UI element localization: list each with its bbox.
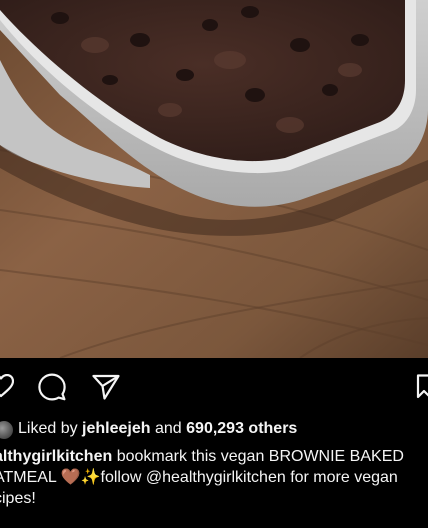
caption-line-2: ATMEAL 🤎✨follow @healthygirlkitchen for … — [0, 469, 398, 486]
action-bar — [0, 358, 428, 412]
instagram-post: Liked by jehleejeh and 690,293 others al… — [0, 0, 428, 528]
caption-line-1: althygirlkitchen bookmark this vegan BRO… — [0, 446, 426, 467]
bookmark-icon[interactable] — [416, 374, 428, 400]
caption-line-3: cipes! — [0, 490, 36, 507]
likes-summary[interactable]: Liked by jehleejeh and 690,293 others — [18, 416, 297, 442]
liked-and-label: and — [154, 420, 182, 437]
post-caption: althygirlkitchen bookmark this vegan BRO… — [0, 446, 426, 509]
likes-count[interactable]: 690,293 others — [186, 420, 297, 437]
heart-icon[interactable] — [0, 374, 14, 398]
liked-by-username[interactable]: jehleejeh — [82, 420, 150, 437]
liker-avatar[interactable] — [0, 420, 14, 440]
caption-username[interactable]: althygirlkitchen — [0, 448, 112, 465]
brownie-dish-illustration — [0, 0, 428, 358]
likes-row: Liked by jehleejeh and 690,293 others — [0, 416, 428, 442]
send-icon[interactable] — [92, 374, 120, 400]
liked-by-label: Liked by — [18, 420, 78, 437]
comment-icon[interactable] — [38, 373, 66, 401]
post-photo[interactable] — [0, 0, 428, 358]
caption-text-1: bookmark this vegan BROWNIE BAKED — [116, 448, 404, 465]
